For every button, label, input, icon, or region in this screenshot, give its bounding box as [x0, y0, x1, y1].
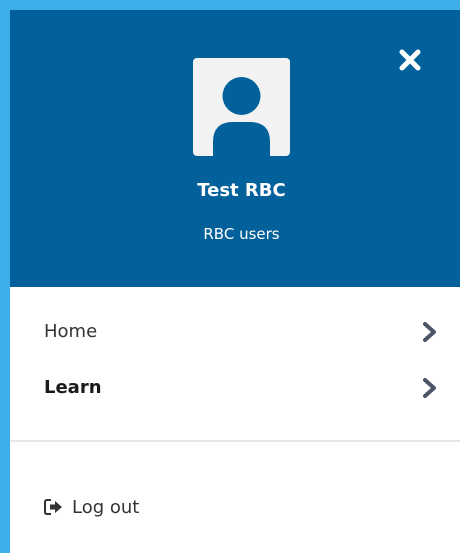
- nav-item-home[interactable]: Home: [10, 310, 460, 354]
- user-name: Test RBC: [197, 180, 286, 201]
- divider: [10, 440, 460, 442]
- nav-item-label: Home: [44, 321, 98, 342]
- sign-out-icon: [44, 499, 62, 515]
- chevron-right-icon: [423, 378, 436, 398]
- close-button[interactable]: [396, 46, 424, 74]
- avatar: [193, 58, 290, 156]
- user-menu-panel: Test RBC RBC users Home Learn Log out: [10, 10, 460, 553]
- user-avatar-icon: [213, 77, 270, 156]
- user-header: Test RBC RBC users: [10, 10, 460, 287]
- logout-label: Log out: [72, 496, 140, 518]
- nav-item-learn[interactable]: Learn: [10, 366, 460, 410]
- user-group: RBC users: [203, 225, 280, 243]
- chevron-right-icon: [423, 322, 436, 342]
- nav-item-label: Learn: [44, 377, 102, 398]
- close-icon[interactable]: [399, 49, 421, 71]
- logout-link[interactable]: Log out: [44, 493, 139, 521]
